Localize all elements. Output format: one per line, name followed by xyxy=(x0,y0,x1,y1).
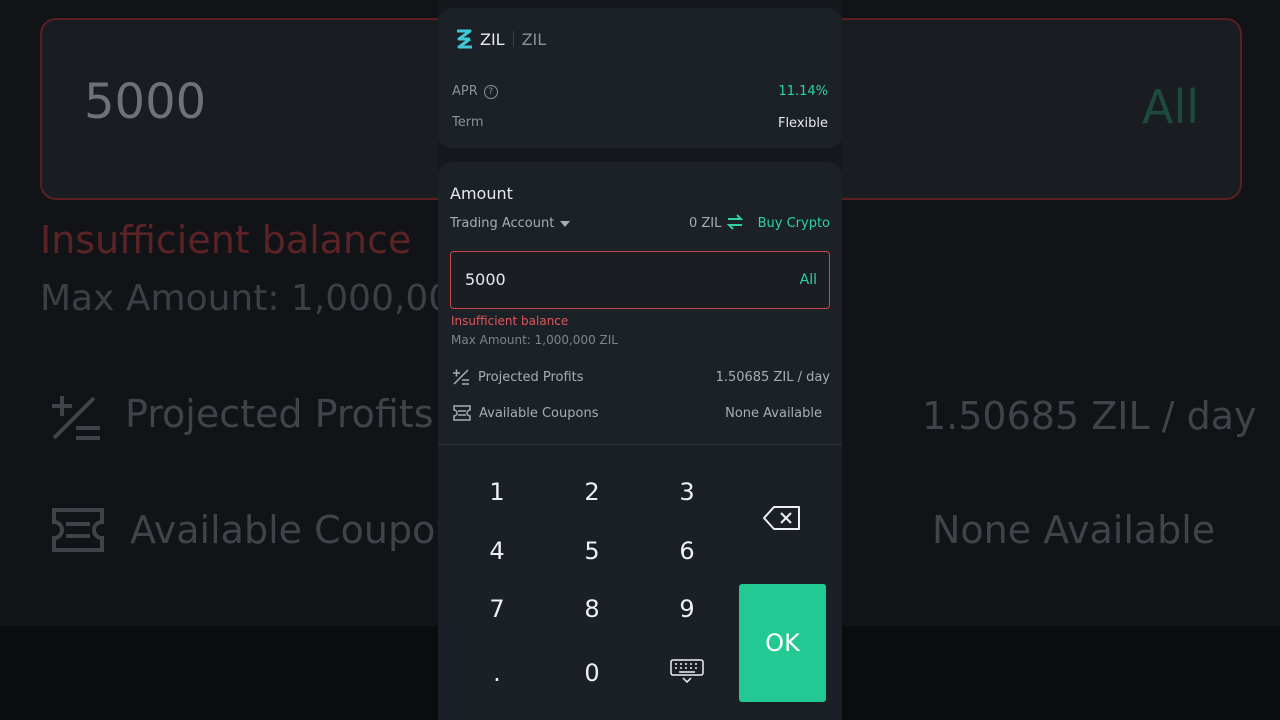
all-button[interactable]: All xyxy=(800,272,817,288)
phone-screen: ZIL ZIL APR ? 11.14% Term Flexible Amoun… xyxy=(438,0,842,720)
key-4[interactable]: 4 xyxy=(462,531,532,571)
background-max-text: Max Amount: 1,000,00 xyxy=(40,278,452,319)
available-coupons-value: None Available xyxy=(725,406,822,421)
keyboard-icon[interactable] xyxy=(670,659,704,683)
amount-input-value[interactable]: 5000 xyxy=(465,270,506,289)
buy-crypto-link[interactable]: Buy Crypto xyxy=(758,216,830,231)
max-amount: Max Amount: 1,000,000 ZIL xyxy=(451,333,618,347)
backspace-icon[interactable] xyxy=(762,505,802,531)
key-1[interactable]: 1 xyxy=(462,472,532,512)
projected-profits-value: 1.50685 ZIL / day xyxy=(715,370,830,385)
amount-input[interactable]: 5000 All xyxy=(450,251,830,309)
projected-profits-label: Projected Profits xyxy=(478,370,584,385)
coin-header: ZIL ZIL xyxy=(454,28,546,50)
background-coupons-value: None Available xyxy=(932,508,1216,552)
available-coupons-label: Available Coupons xyxy=(479,406,599,421)
background-projected-text: Projected Profits xyxy=(125,392,434,436)
available-balance: 0 ZIL xyxy=(689,216,722,231)
key-5[interactable]: 5 xyxy=(557,531,627,571)
key-7[interactable]: 7 xyxy=(462,589,532,629)
background-coupons-text: Available Coupo xyxy=(130,508,436,552)
term-value: Flexible xyxy=(777,116,828,131)
divider xyxy=(512,31,514,47)
key-decimal[interactable]: . xyxy=(462,653,532,693)
transfer-arrows-icon[interactable] xyxy=(727,214,743,230)
zil-logo-icon xyxy=(457,29,472,49)
account-selector-label: Trading Account xyxy=(450,216,555,231)
product-info-card: ZIL ZIL APR ? 11.14% Term Flexible xyxy=(438,8,842,148)
background-amount-text: 5000 xyxy=(84,74,207,130)
apr-value: 11.14% xyxy=(778,84,828,99)
amount-card: Amount Trading Account 0 ZIL Buy Crypto … xyxy=(438,162,842,444)
background-projected-value: 1.50685 ZIL / day xyxy=(922,394,1257,438)
key-2[interactable]: 2 xyxy=(557,472,627,512)
ok-button[interactable]: OK xyxy=(739,584,826,702)
account-selector[interactable]: Trading Account xyxy=(450,216,571,231)
error-message: Insufficient balance xyxy=(451,314,569,328)
key-0[interactable]: 0 xyxy=(557,653,627,693)
key-6[interactable]: 6 xyxy=(652,531,722,571)
background-plus-minus-icon xyxy=(52,396,100,440)
plus-minus-icon xyxy=(453,369,469,385)
term-label: Term xyxy=(452,115,484,130)
coin-symbol: ZIL xyxy=(480,29,505,49)
coin-name: ZIL xyxy=(521,29,547,49)
apr-label: APR ? xyxy=(452,84,498,99)
background-error-text: Insufficient balance xyxy=(40,218,412,262)
caret-down-icon xyxy=(560,220,571,227)
background-all-text: All xyxy=(1142,80,1200,134)
apr-label-text: APR xyxy=(452,84,478,99)
background-ticket-icon xyxy=(52,508,104,552)
numeric-keypad: 1 2 3 4 5 6 7 8 9 . 0 OK xyxy=(438,444,842,720)
key-8[interactable]: 8 xyxy=(557,589,627,629)
help-circle-icon[interactable]: ? xyxy=(483,84,498,99)
ticket-icon xyxy=(453,405,471,421)
key-9[interactable]: 9 xyxy=(652,589,722,629)
key-3[interactable]: 3 xyxy=(652,472,722,512)
amount-title: Amount xyxy=(450,184,513,203)
